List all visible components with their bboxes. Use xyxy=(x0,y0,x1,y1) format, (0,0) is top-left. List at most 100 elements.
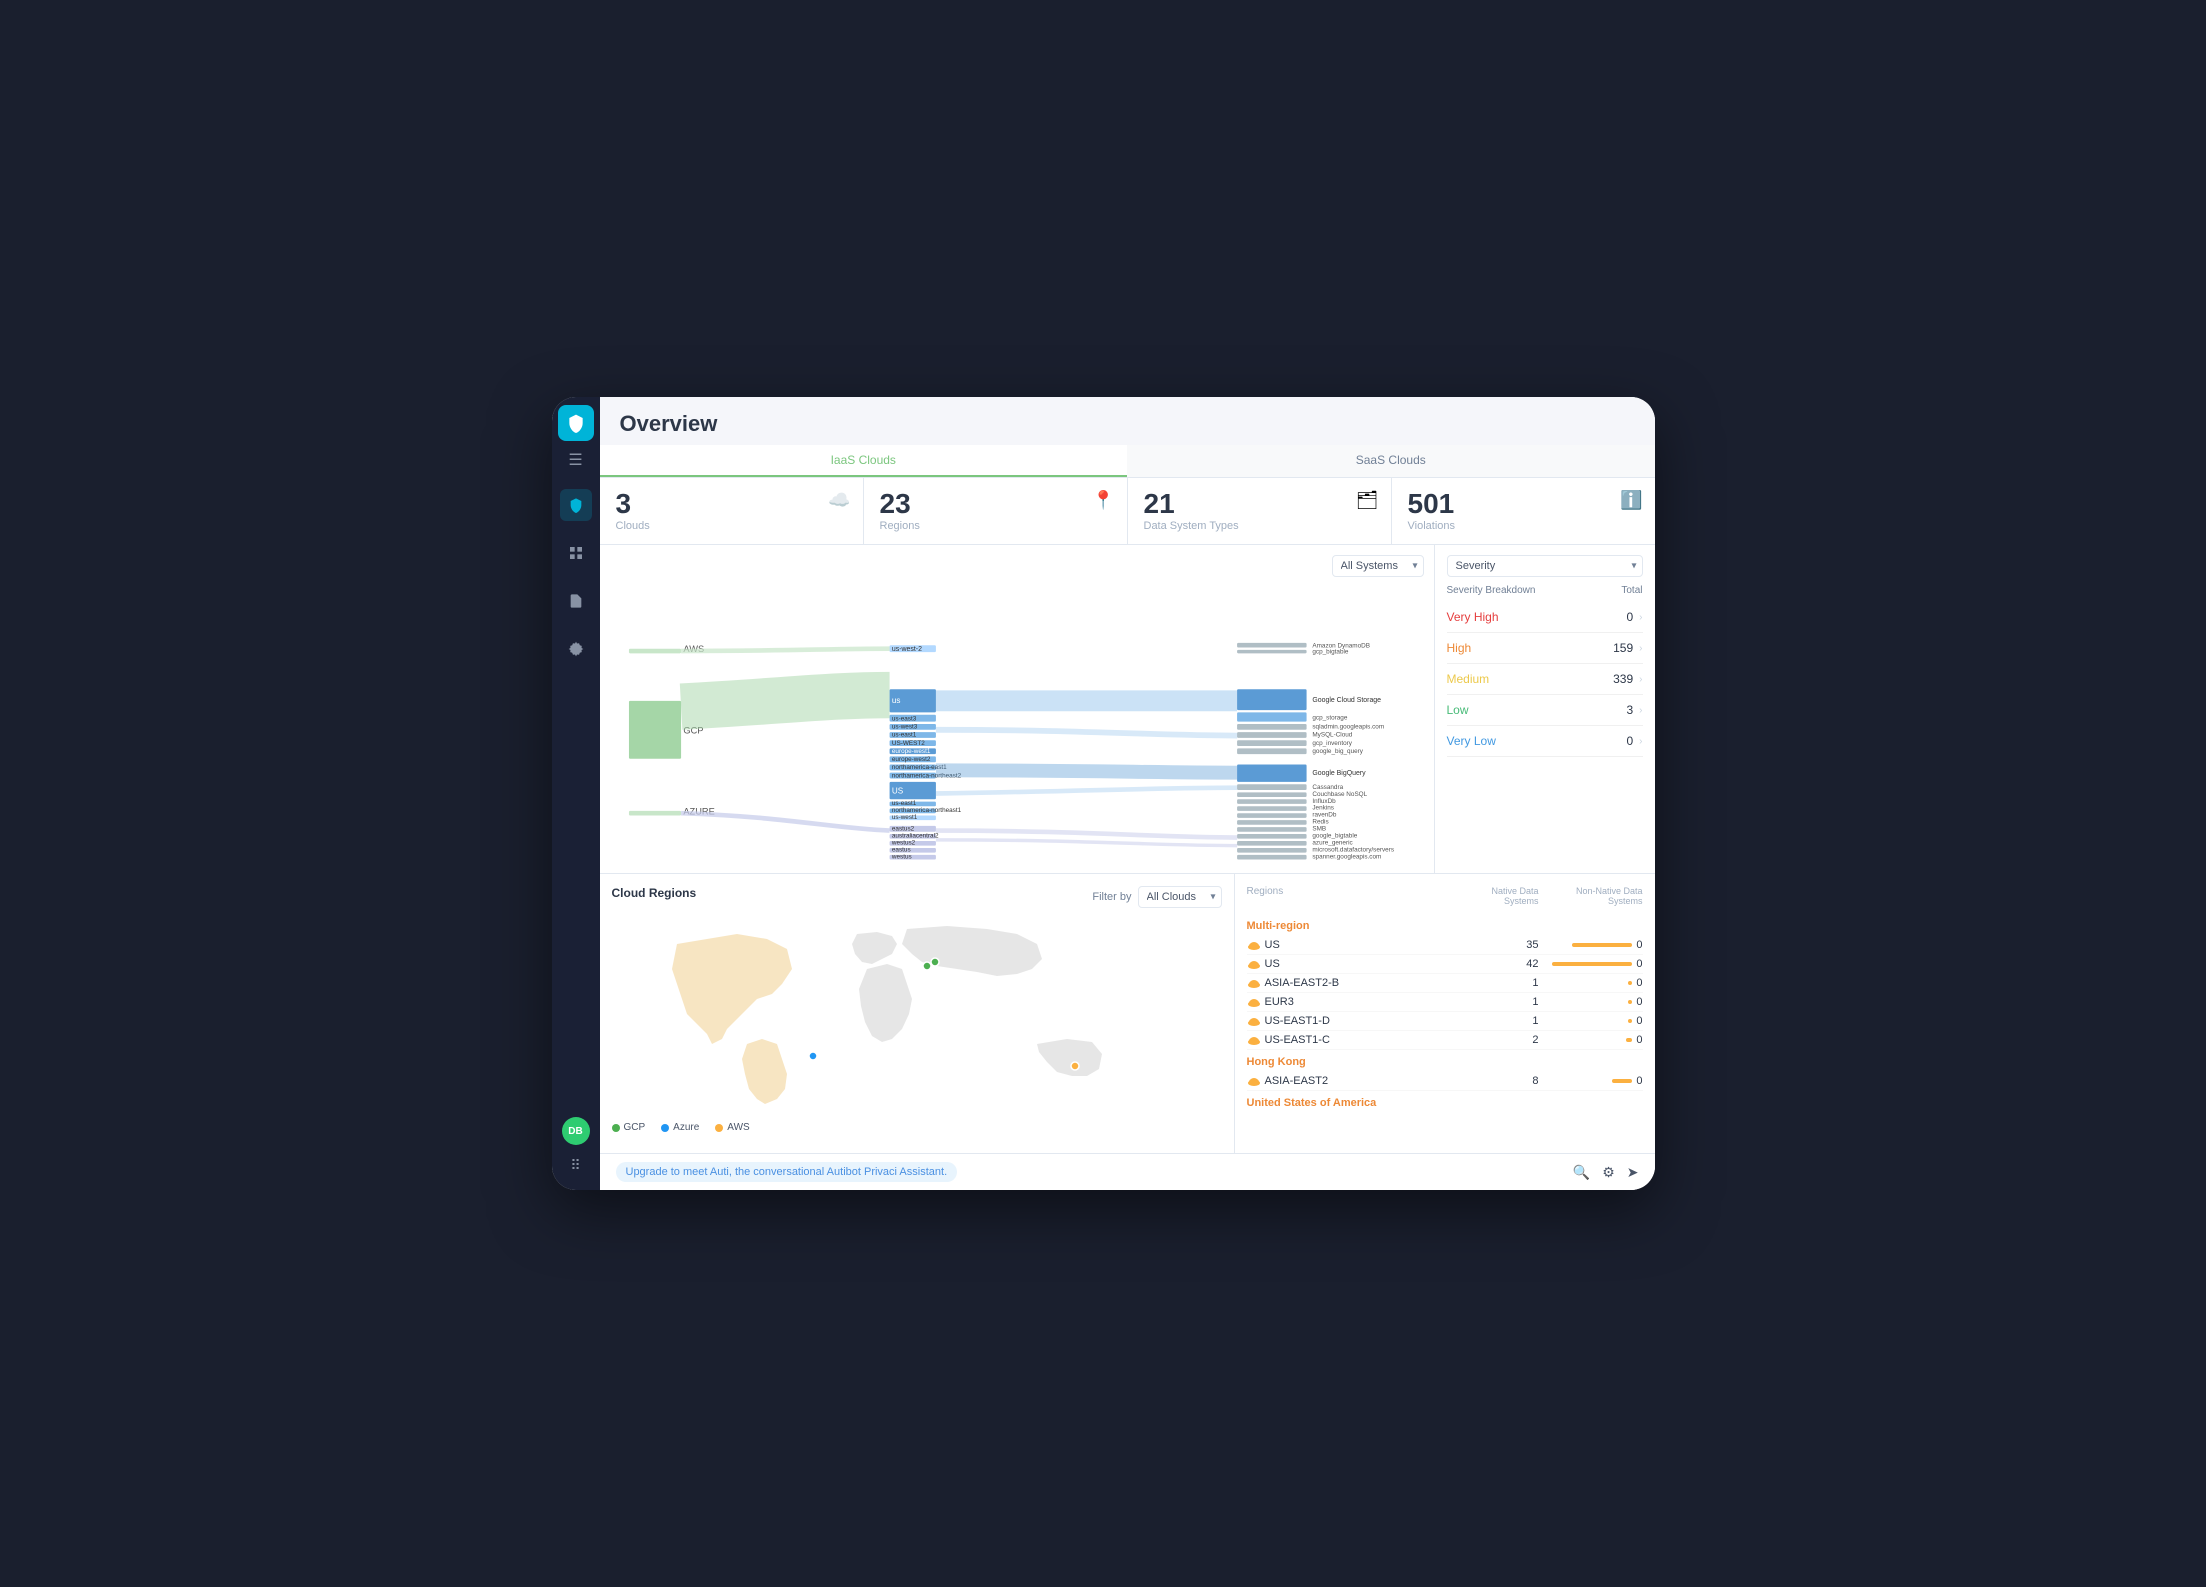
tab-iaas[interactable]: IaaS Clouds xyxy=(600,445,1128,477)
region-asiaeast2-bar-cell: 0 xyxy=(1543,1075,1643,1087)
sidebar-item-dashboard[interactable] xyxy=(560,537,592,569)
svg-text:us-west1: us-west1 xyxy=(891,814,917,821)
sidebar-item-settings[interactable] xyxy=(560,633,592,665)
section-usa: United States of America xyxy=(1247,1091,1643,1113)
sidebar: ☰ DB ⠿ xyxy=(552,397,600,1190)
svg-text:InfluxDb: InfluxDb xyxy=(1312,798,1336,805)
region-useast1d-native: 0 xyxy=(1636,1015,1642,1027)
cloud-icon-gcp2 xyxy=(1247,959,1261,969)
region-row-us-east1-d: US-EAST1-D 1 0 xyxy=(1247,1012,1643,1031)
app-logo[interactable] xyxy=(558,405,594,441)
filter-by-label: Filter by xyxy=(1092,891,1131,903)
user-avatar[interactable]: DB xyxy=(562,1117,590,1145)
very-high-chevron: › xyxy=(1639,612,1642,623)
cloud-icon-gcp6 xyxy=(1247,1035,1261,1045)
gcp-dot xyxy=(612,1124,620,1132)
sidebar-item-shield[interactable] xyxy=(560,489,592,521)
severity-row-low[interactable]: Low 3 › xyxy=(1447,695,1643,726)
stats-grid: 3 Clouds ☁️ 23 Regions 📍 21 Data System … xyxy=(600,478,1655,545)
svg-text:Google BigQuery: Google BigQuery xyxy=(1312,770,1366,777)
region-row-us-east1-c: US-EAST1-C 2 0 xyxy=(1247,1031,1643,1050)
svg-text:US-WEST2: US-WEST2 xyxy=(891,740,924,747)
region-useast1d-count: 1 xyxy=(1459,1015,1539,1027)
page-title: Overview xyxy=(620,411,1635,437)
send-action-icon[interactable]: ➤ xyxy=(1627,1164,1639,1181)
region-asiaeast2-count: 8 xyxy=(1459,1075,1539,1087)
svg-text:us-east1: us-east1 xyxy=(891,732,916,739)
svg-text:us-west3: us-west3 xyxy=(891,724,917,731)
severity-filter[interactable]: Severity Cloud Region xyxy=(1447,555,1643,577)
region-us-1-label: US xyxy=(1265,939,1280,951)
stat-violations: 501 Violations ℹ️ xyxy=(1392,478,1655,544)
region-useast1c-label: US-EAST1-C xyxy=(1265,1034,1330,1046)
svg-text:US: US xyxy=(891,787,903,796)
filter-action-icon[interactable]: ⚙ xyxy=(1602,1164,1615,1181)
cloud-icon-gcp4 xyxy=(1247,997,1261,1007)
data-systems-number: 21 xyxy=(1144,490,1375,518)
page-header: Overview xyxy=(600,397,1655,445)
region-asia-name: ASIA-EAST2-B xyxy=(1247,977,1455,989)
region-us-1-native: 0 xyxy=(1636,939,1642,951)
very-high-count: 0 xyxy=(1626,610,1633,624)
severity-row-high[interactable]: High 159 › xyxy=(1447,633,1643,664)
legend-azure-label: Azure xyxy=(673,1122,699,1133)
severity-row-very-high[interactable]: Very High 0 › xyxy=(1447,602,1643,633)
region-us-1-bar xyxy=(1572,943,1632,947)
sidebar-item-docs[interactable] xyxy=(560,585,592,617)
svg-text:gcp_bigtable: gcp_bigtable xyxy=(1312,648,1349,655)
systems-filter-wrapper[interactable]: All Systems AWS GCP Azure xyxy=(1332,555,1424,577)
apps-grid-icon[interactable]: ⠿ xyxy=(570,1157,580,1174)
region-us-2-name: US xyxy=(1247,958,1455,970)
clouds-filter-wrapper[interactable]: All Clouds AWS GCP Azure xyxy=(1138,886,1222,908)
svg-text:google_bigtable: google_bigtable xyxy=(1312,833,1357,840)
region-us-1-name: US xyxy=(1247,939,1455,951)
region-asia-bar xyxy=(1628,981,1632,985)
region-asia-label: ASIA-EAST2-B xyxy=(1265,977,1340,989)
region-row-asia-east2: ASIA-EAST2 8 0 xyxy=(1247,1072,1643,1091)
cloud-icon-gcp3 xyxy=(1247,978,1261,988)
clouds-filter[interactable]: All Clouds AWS GCP Azure xyxy=(1138,886,1222,908)
menu-icon[interactable]: ☰ xyxy=(568,453,582,469)
region-useast1c-native: 0 xyxy=(1636,1034,1642,1046)
severity-row-very-low[interactable]: Very Low 0 › xyxy=(1447,726,1643,757)
very-high-right: 0 › xyxy=(1626,610,1642,624)
section-multi-region: Multi-region xyxy=(1247,914,1643,936)
col-native: Native DataSystems xyxy=(1459,886,1539,906)
region-us-1-bar-cell: 0 xyxy=(1543,939,1643,951)
region-useast1c-name: US-EAST1-C xyxy=(1247,1034,1455,1046)
low-right: 3 › xyxy=(1626,703,1642,717)
very-low-count: 0 xyxy=(1626,734,1633,748)
search-action-icon[interactable]: 🔍 xyxy=(1573,1164,1590,1181)
bottom-area: Cloud Regions Filter by All Clouds AWS G… xyxy=(600,873,1655,1153)
upgrade-message: Upgrade to meet Auti, the conversational… xyxy=(626,1166,948,1178)
region-useast1d-bar-cell: 0 xyxy=(1543,1015,1643,1027)
sidebar-nav xyxy=(560,489,592,1117)
severity-breakdown-label: Severity Breakdown xyxy=(1447,585,1536,596)
systems-filter[interactable]: All Systems AWS GCP Azure xyxy=(1332,555,1424,577)
region-useast1d-label: US-EAST1-D xyxy=(1265,1015,1330,1027)
severity-header: Severity Breakdown Total xyxy=(1447,585,1643,596)
tab-saas[interactable]: SaaS Clouds xyxy=(1127,445,1655,477)
map-area: Cloud Regions Filter by All Clouds AWS G… xyxy=(600,874,1235,1153)
region-us-2-native: 0 xyxy=(1636,958,1642,970)
sidebar-bottom: DB ⠿ xyxy=(562,1117,590,1182)
legend-gcp-label: GCP xyxy=(624,1122,646,1133)
region-eur3-label: EUR3 xyxy=(1265,996,1294,1008)
clouds-label: Clouds xyxy=(616,520,847,532)
cloud-icon-gcp5 xyxy=(1247,1016,1261,1026)
region-useast1d-bar xyxy=(1628,1019,1632,1023)
severity-row-medium[interactable]: Medium 339 › xyxy=(1447,664,1643,695)
region-eur3-bar xyxy=(1628,1000,1632,1004)
svg-text:google_big_query: google_big_query xyxy=(1312,748,1363,755)
low-label: Low xyxy=(1447,703,1469,717)
col-non-native: Non-Native DataSystems xyxy=(1543,886,1643,906)
region-us-2-bar-cell: 0 xyxy=(1543,958,1643,970)
stat-data-systems: 21 Data System Types 🗂 xyxy=(1128,478,1392,544)
violations-number: 501 xyxy=(1408,490,1639,518)
medium-chevron: › xyxy=(1639,674,1642,685)
region-asiaeast2-bar xyxy=(1612,1079,1632,1083)
severity-filter-wrapper[interactable]: Severity Cloud Region xyxy=(1447,555,1643,577)
sankey-filter: All Systems AWS GCP Azure xyxy=(1332,555,1424,577)
high-label: High xyxy=(1447,641,1472,655)
legend-azure: Azure xyxy=(661,1122,699,1133)
